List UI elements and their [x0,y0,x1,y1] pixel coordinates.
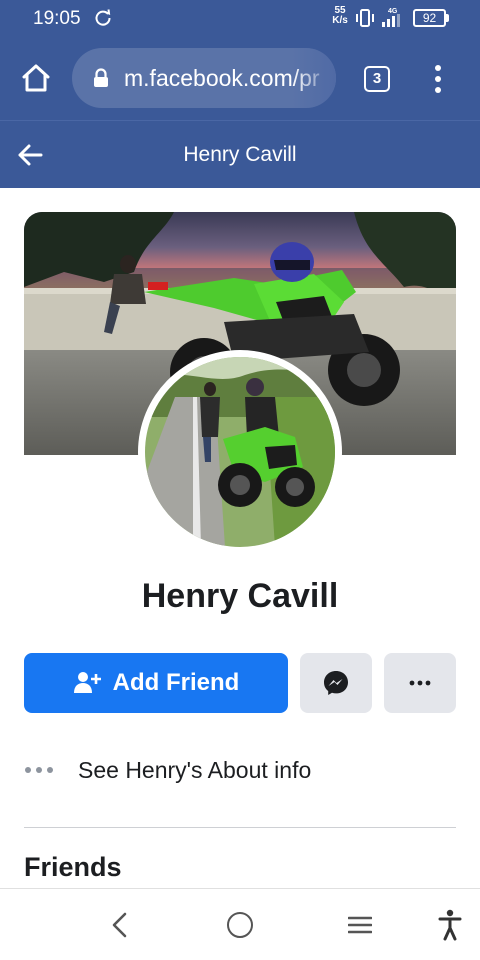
more-options-button[interactable] [384,653,456,713]
signal-icon: 4G [382,8,400,27]
nav-back-icon[interactable] [108,911,132,939]
lock-icon [94,68,108,87]
profile-picture-image [145,357,335,547]
battery-level: 92 [422,11,437,25]
vibrate-icon [356,9,374,27]
message-button[interactable] [300,653,372,713]
status-bar: 19:05 55 K/s 4G 92 [0,0,480,36]
see-about-link[interactable]: See Henry's About info [24,748,456,792]
more-dots-icon [409,680,431,686]
add-friend-button[interactable]: Add Friend [24,653,288,713]
network-speed: 55 K/s [332,5,348,26]
system-navigation-bar [0,888,480,960]
profile-picture[interactable] [145,357,335,547]
nav-recent-apps-icon[interactable] [348,915,372,935]
status-time: 19:05 [33,8,81,29]
messenger-icon [324,671,348,695]
sync-icon [95,9,111,26]
friends-section-title: Friends [24,852,122,882]
page-header: Henry Cavill [0,120,480,188]
kebab-menu-icon[interactable] [430,64,446,94]
page-title: Henry Cavill [183,143,297,166]
add-friend-label: Add Friend [112,669,240,696]
home-icon[interactable] [20,62,52,94]
add-person-icon [73,672,101,693]
browser-toolbar: m.facebook.com/pr 3 [0,36,480,120]
url-text: m.facebook.com/pr [124,65,320,91]
profile-name: Henry Cavill [141,577,339,615]
address-bar[interactable]: m.facebook.com/pr [72,48,336,108]
nav-home-icon[interactable] [227,912,253,938]
tab-switcher-button[interactable]: 3 [364,66,390,92]
accessibility-icon[interactable] [438,909,462,941]
battery-indicator: 92 [413,9,449,27]
section-divider [24,827,456,828]
about-label: See Henry's About info [78,756,312,783]
more-dots-icon [25,767,53,773]
svg-text:4G: 4G [388,8,398,15]
